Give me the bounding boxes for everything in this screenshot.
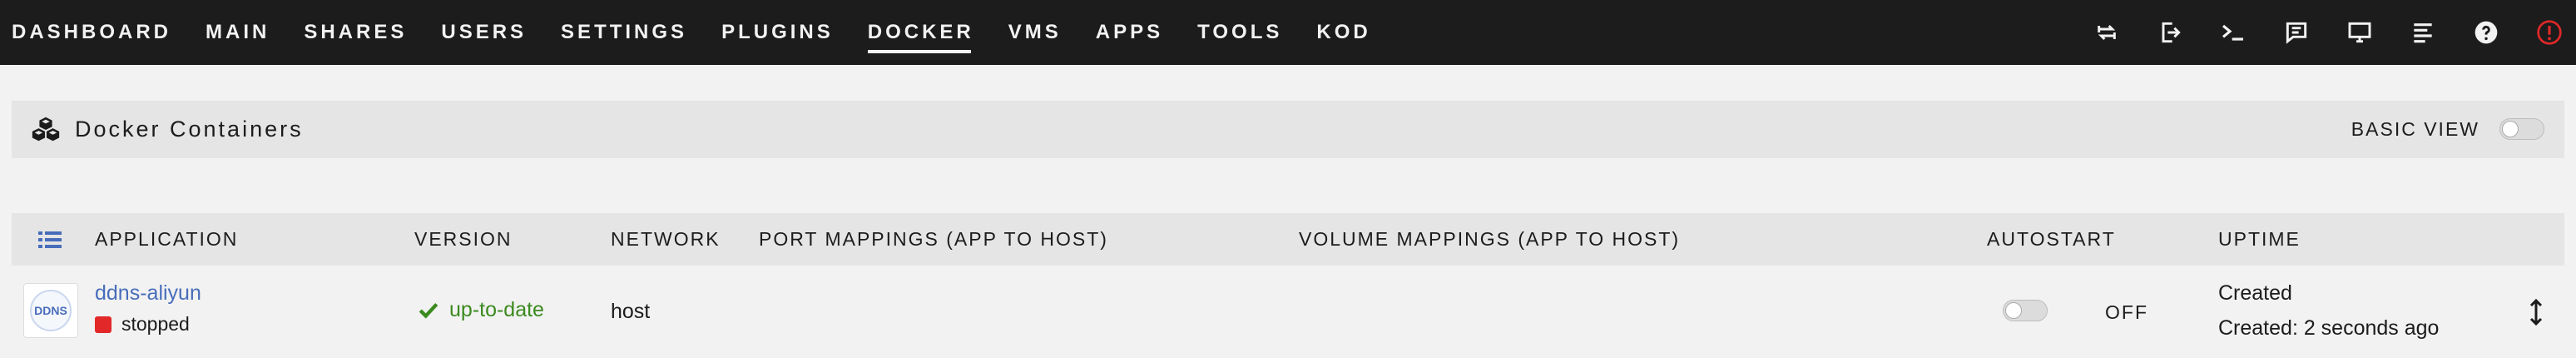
nav-kod[interactable]: KOD bbox=[1316, 0, 1370, 65]
basic-view-label: BASIC VIEW bbox=[2351, 118, 2479, 140]
autostart-state: OFF bbox=[2105, 301, 2148, 323]
nav-shares[interactable]: SHARES bbox=[304, 0, 407, 65]
top-navigation-bar: DASHBOARD MAIN SHARES USERS SETTINGS PLU… bbox=[0, 0, 2576, 65]
column-header-autostart: AUTOSTART bbox=[1987, 228, 2116, 250]
column-header-uptime: UPTIME bbox=[2218, 228, 2301, 250]
uptime-detail: Created: 2 seconds ago bbox=[2218, 316, 2440, 340]
switch-icon[interactable] bbox=[2092, 17, 2122, 47]
nav-docker[interactable]: DOCKER bbox=[867, 0, 974, 65]
check-icon bbox=[419, 302, 438, 319]
status-text: stopped bbox=[121, 313, 190, 335]
column-header-port-mappings: PORT MAPPINGS (APP TO HOST) bbox=[759, 228, 1108, 250]
column-header-application[interactable]: APPLICATION bbox=[95, 213, 238, 266]
nav-apps[interactable]: APPS bbox=[1096, 0, 1163, 65]
docker-containers-header: Docker Containers BASIC VIEW bbox=[12, 101, 2564, 158]
table-row: DDNS ddns-aliyun stopped up-to-date host… bbox=[12, 268, 2564, 356]
stopped-indicator bbox=[95, 316, 111, 333]
log-icon[interactable] bbox=[2408, 17, 2438, 47]
nav-vms[interactable]: VMS bbox=[1008, 0, 1062, 65]
basic-view-toggle[interactable] bbox=[2499, 118, 2544, 140]
alert-icon[interactable] bbox=[2534, 17, 2564, 47]
toggle-knob bbox=[2502, 121, 2519, 137]
toggle-knob bbox=[2005, 302, 2022, 319]
version-status: up-to-date bbox=[418, 298, 544, 322]
container-status: stopped bbox=[95, 313, 190, 336]
nav-main[interactable]: MAIN bbox=[206, 0, 270, 65]
column-header-volume-mappings: VOLUME MAPPINGS (APP TO HOST) bbox=[1299, 228, 1681, 250]
cubes-icon bbox=[32, 117, 60, 142]
terminal-icon[interactable] bbox=[2218, 17, 2248, 47]
nav-settings[interactable]: SETTINGS bbox=[561, 0, 687, 65]
app-icon[interactable]: DDNS bbox=[23, 283, 78, 338]
feedback-icon[interactable] bbox=[2281, 17, 2311, 47]
network-value: host bbox=[611, 300, 651, 323]
list-icon[interactable] bbox=[38, 230, 62, 250]
nav-plugins[interactable]: PLUGINS bbox=[721, 0, 834, 65]
page-title: Docker Containers bbox=[75, 117, 304, 142]
app-icon-text: DDNS bbox=[34, 304, 67, 317]
app-name-link[interactable]: ddns-aliyun bbox=[95, 281, 201, 306]
column-header-network: NETWORK bbox=[611, 228, 721, 250]
nav-tools[interactable]: TOOLS bbox=[1197, 0, 1282, 65]
drag-handle-icon[interactable] bbox=[2528, 298, 2544, 326]
version-text: up-to-date bbox=[449, 298, 544, 321]
uptime-status: Created bbox=[2218, 281, 2292, 305]
table-header: APPLICATION VERSION NETWORK PORT MAPPING… bbox=[12, 213, 2564, 266]
autostart-toggle[interactable] bbox=[2003, 300, 2048, 321]
help-icon[interactable] bbox=[2471, 17, 2501, 47]
nav-users[interactable]: USERS bbox=[441, 0, 527, 65]
logout-icon[interactable] bbox=[2155, 17, 2185, 47]
column-header-version: VERSION bbox=[414, 228, 513, 250]
main-menu: DASHBOARD MAIN SHARES USERS SETTINGS PLU… bbox=[12, 0, 1405, 65]
monitor-icon[interactable] bbox=[2345, 17, 2375, 47]
nav-dashboard[interactable]: DASHBOARD bbox=[12, 0, 171, 65]
header-icons bbox=[2058, 0, 2576, 65]
